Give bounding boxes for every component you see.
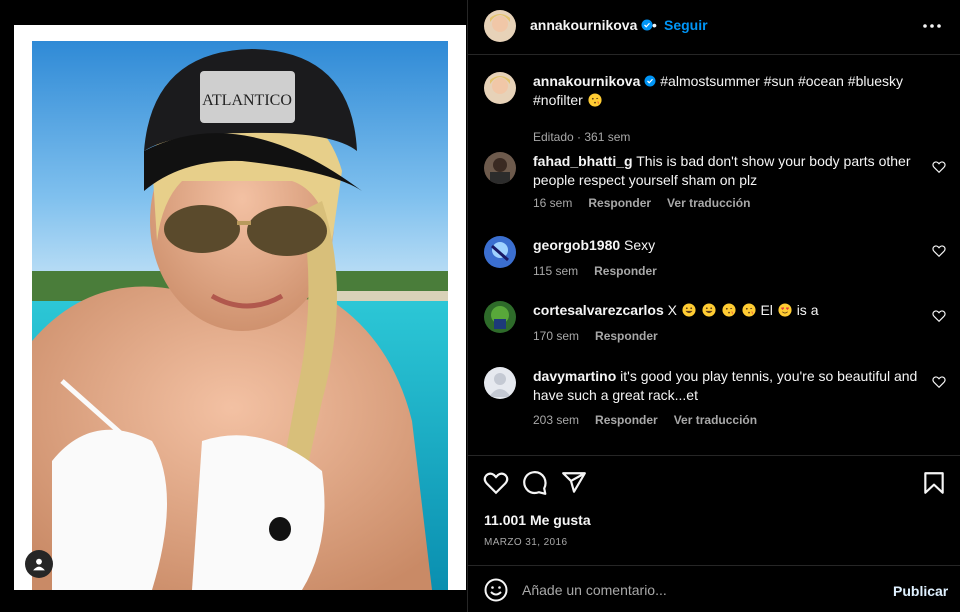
emoji-icon[interactable]: [484, 578, 508, 602]
caption-avatar[interactable]: [484, 72, 516, 104]
publish-button[interactable]: Publicar: [893, 583, 948, 599]
heart-eyes-emoji-icon: [778, 303, 792, 317]
kissing-face-emoji-icon: [588, 93, 602, 107]
caption-text: annakournikova #almostsummer #sun #ocean…: [533, 72, 923, 110]
svg-text:ATLANTICO: ATLANTICO: [202, 92, 292, 109]
comment-input[interactable]: [522, 578, 872, 602]
comment-username[interactable]: fahad_bhatti_g: [533, 153, 633, 169]
grinning-face-emoji-icon: [682, 303, 696, 317]
post-photo-illustration: ATLANTICO: [32, 41, 448, 590]
comment-meta: 170 sem Responder: [533, 329, 674, 343]
likes-count[interactable]: 11.001 Me gusta: [484, 512, 591, 528]
comment-text: davymartino it's good you play tennis, y…: [533, 367, 923, 405]
post-details-panel: annakournikova • Seguir annakournikova #…: [468, 0, 960, 612]
post-photo-frame: ATLANTICO: [14, 25, 466, 590]
comment-body: X: [667, 302, 677, 318]
post-date[interactable]: MARZO 31, 2016: [484, 537, 567, 548]
more-horizontal-icon[interactable]: [920, 16, 944, 36]
photo-scallop-edge: [14, 25, 466, 40]
reply-button[interactable]: Responder: [588, 196, 651, 210]
caption-username[interactable]: annakournikova: [533, 73, 640, 89]
comment-text: fahad_bhatti_g This is bad don't show yo…: [533, 152, 923, 190]
like-comment-heart-icon[interactable]: [932, 244, 946, 258]
post-header: annakournikova • Seguir: [468, 0, 960, 55]
reply-button[interactable]: Responder: [595, 413, 658, 427]
translate-button[interactable]: Ver traducción: [674, 413, 757, 427]
comment-username[interactable]: davymartino: [533, 368, 616, 384]
like-comment-heart-icon[interactable]: [932, 375, 946, 389]
share-icon[interactable]: [561, 470, 587, 496]
commenter-avatar[interactable]: [484, 301, 516, 333]
commenter-avatar[interactable]: [484, 236, 516, 268]
user-tag-icon: [33, 558, 45, 571]
comment-body: El: [760, 302, 773, 318]
add-comment-bar: Publicar: [468, 566, 960, 612]
post-media: ATLANTICO: [0, 0, 467, 612]
author-username[interactable]: annakournikova: [530, 17, 653, 33]
kissing-face-emoji-icon: [722, 303, 736, 317]
grinning-face-emoji-icon: [702, 303, 716, 317]
comment-meta: 115 sem Responder: [533, 264, 673, 278]
comment-time[interactable]: 170 sem: [533, 329, 579, 343]
comment-meta: 16 sem Responder Ver traducción: [533, 196, 766, 210]
heart-icon[interactable]: [483, 470, 509, 496]
like-comment-heart-icon[interactable]: [932, 309, 946, 323]
comment-time[interactable]: 115 sem: [533, 264, 578, 278]
post-photo[interactable]: ATLANTICO: [32, 41, 448, 590]
reply-button[interactable]: Responder: [594, 264, 657, 278]
translate-button[interactable]: Ver traducción: [667, 196, 750, 210]
author-username-text[interactable]: annakournikova: [530, 17, 637, 33]
author-avatar[interactable]: [484, 10, 516, 42]
caption-meta: Editado · 361 sem: [533, 130, 631, 144]
comment-body: is a: [796, 302, 819, 318]
separator-dot: •: [652, 17, 657, 33]
comment-meta: 203 sem Responder Ver traducción: [533, 413, 773, 427]
verified-badge-icon: [644, 75, 656, 87]
comment-time[interactable]: 203 sem: [533, 413, 579, 427]
comment-username[interactable]: cortesalvarezcarlos: [533, 302, 664, 318]
kissing-face-emoji-icon: [742, 303, 756, 317]
commenter-avatar[interactable]: [484, 152, 516, 184]
reply-button[interactable]: Responder: [595, 329, 658, 343]
comment-body: Sexy: [624, 237, 656, 253]
comments-list[interactable]: annakournikova #almostsummer #sun #ocean…: [468, 56, 960, 454]
comment-text: cortesalvarezcarlos X El is a: [533, 301, 923, 320]
comment-time[interactable]: 16 sem: [533, 196, 572, 210]
user-tag-button[interactable]: [25, 550, 53, 578]
comment-text: georgob1980 Sexy: [533, 236, 923, 255]
comment-icon[interactable]: [522, 470, 548, 496]
action-bar: [468, 456, 960, 510]
follow-button[interactable]: Seguir: [664, 17, 708, 33]
commenter-avatar[interactable]: [484, 367, 516, 399]
like-comment-heart-icon[interactable]: [932, 160, 946, 174]
bookmark-icon[interactable]: [921, 470, 947, 496]
comment-username[interactable]: georgob1980: [533, 237, 620, 253]
